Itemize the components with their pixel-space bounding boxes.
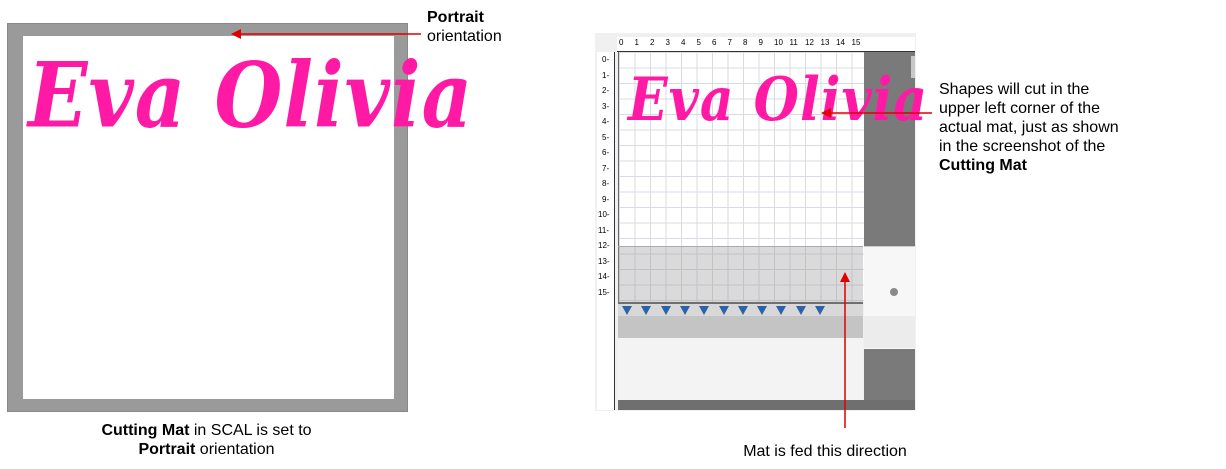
- annotation-arrows: [231, 29, 932, 428]
